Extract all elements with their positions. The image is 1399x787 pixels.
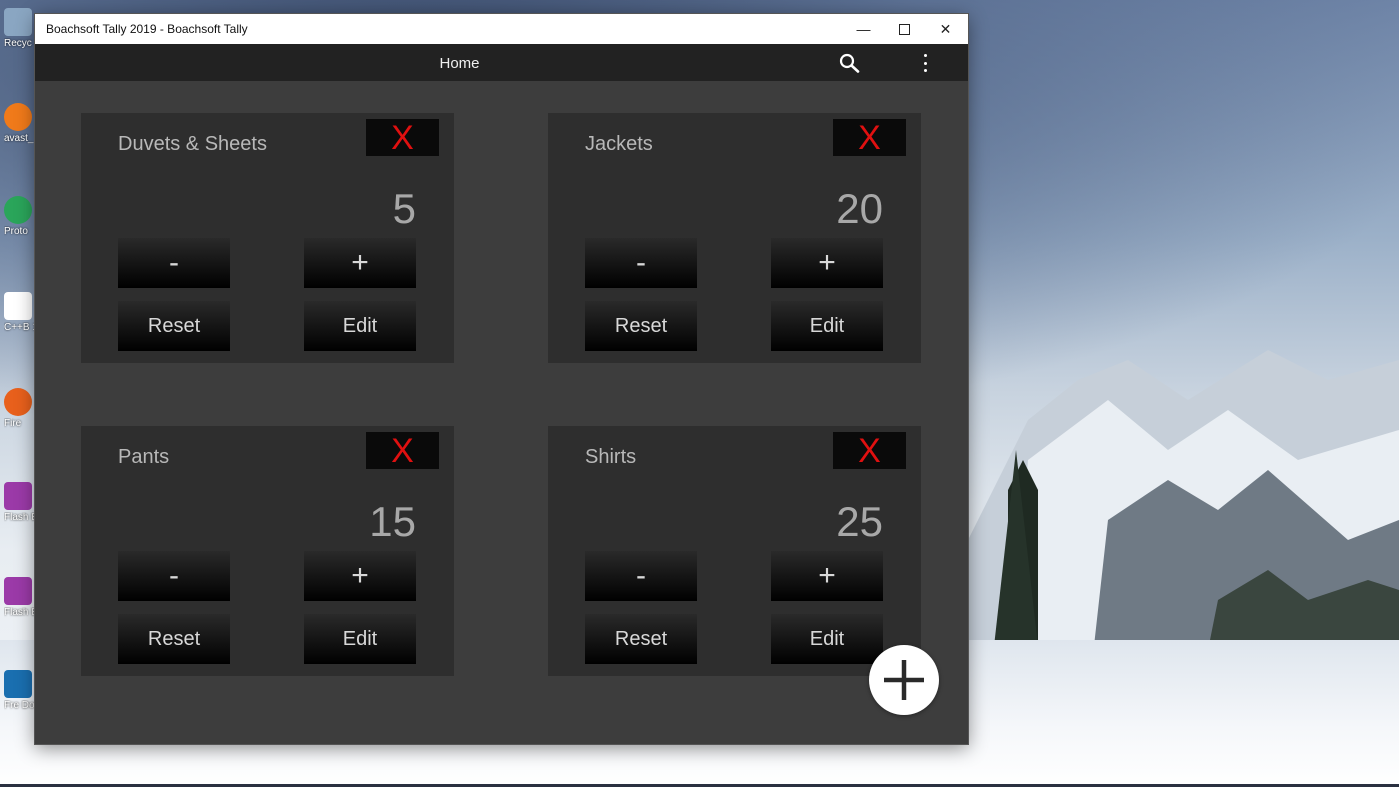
- counter-name: Shirts: [585, 446, 637, 468]
- desktop-icon[interactable]: C++B 10: [4, 292, 34, 333]
- page-title: Home: [439, 55, 480, 72]
- avast-icon: [4, 103, 32, 131]
- reset-button[interactable]: Reset: [585, 614, 697, 664]
- search-icon[interactable]: [839, 53, 861, 73]
- close-icon: ✕: [939, 20, 952, 37]
- counter-grid: Duvets & Sheets X 5 - + Reset Edit Jacke…: [35, 81, 968, 744]
- counter-card-shirts: Shirts X 25 - + Reset Edit: [548, 426, 921, 676]
- more-vertical-icon[interactable]: [921, 54, 929, 72]
- window-title: Boachsoft Tally 2019 - Boachsoft Tally: [46, 22, 248, 36]
- counter-card-jackets: Jackets X 20 - + Reset Edit: [548, 113, 921, 363]
- edit-button[interactable]: Edit: [304, 301, 416, 351]
- reset-button[interactable]: Reset: [585, 301, 697, 351]
- plus-icon: [884, 660, 924, 700]
- decrement-button[interactable]: -: [118, 238, 230, 288]
- desktop-icon[interactable]: Flash Expr: [4, 482, 34, 523]
- counter-name: Jackets: [585, 133, 653, 155]
- close-button[interactable]: ✕: [925, 14, 966, 44]
- counter-name: Duvets & Sheets: [118, 133, 267, 155]
- edit-button[interactable]: Edit: [304, 614, 416, 664]
- flash-express-icon: [4, 577, 32, 605]
- title-bar[interactable]: Boachsoft Tally 2019 - Boachsoft Tally —…: [35, 14, 968, 44]
- desktop-icon[interactable]: Flash Expr: [4, 577, 34, 618]
- counter-name: Pants: [118, 446, 170, 468]
- desktop-icon[interactable]: Recyc: [4, 8, 34, 49]
- decrement-button[interactable]: -: [585, 238, 697, 288]
- flash-express-icon: [4, 482, 32, 510]
- increment-button[interactable]: +: [304, 238, 416, 288]
- counter-value: 20: [836, 185, 883, 232]
- delete-counter-button[interactable]: X: [833, 432, 906, 469]
- firefox-icon: [4, 388, 32, 416]
- desktop-icon-strip: Recyc avast_ Proto C++B 10 Fire Flash Ex…: [0, 0, 36, 787]
- counter-card-pants: Pants X 15 - + Reset Edit: [81, 426, 454, 676]
- increment-button[interactable]: +: [771, 238, 883, 288]
- counter-value: 5: [392, 185, 416, 232]
- desktop-icon[interactable]: Fre Down: [4, 670, 34, 711]
- download-icon: [4, 670, 32, 698]
- minimize-button[interactable]: —: [843, 14, 884, 44]
- edit-button[interactable]: Edit: [771, 301, 883, 351]
- reset-button[interactable]: Reset: [118, 301, 230, 351]
- app-bar: Home: [35, 44, 968, 81]
- desktop-icon[interactable]: avast_: [4, 103, 34, 144]
- increment-button[interactable]: +: [771, 551, 883, 601]
- app-window: Boachsoft Tally 2019 - Boachsoft Tally —…: [35, 14, 968, 744]
- desktop-icon[interactable]: Fire: [4, 388, 34, 429]
- increment-button[interactable]: +: [304, 551, 416, 601]
- dot: [923, 54, 927, 57]
- delete-counter-button[interactable]: X: [366, 432, 439, 469]
- delete-counter-button[interactable]: X: [833, 119, 906, 156]
- edit-button[interactable]: Edit: [771, 614, 883, 664]
- dot: [923, 69, 927, 72]
- delete-counter-button[interactable]: X: [366, 119, 439, 156]
- maximize-icon: [899, 23, 910, 35]
- file-icon: [4, 292, 32, 320]
- proto-icon: [4, 196, 32, 224]
- maximize-button[interactable]: [884, 14, 925, 44]
- reset-button[interactable]: Reset: [118, 614, 230, 664]
- minimize-icon: —: [856, 21, 871, 37]
- counter-card-duvets-sheets: Duvets & Sheets X 5 - + Reset Edit: [81, 113, 454, 363]
- add-counter-button[interactable]: [869, 645, 939, 715]
- desktop-icon[interactable]: Proto: [4, 196, 34, 237]
- decrement-button[interactable]: -: [585, 551, 697, 601]
- counter-value: 25: [836, 498, 883, 545]
- recycle-bin-icon: [4, 8, 32, 36]
- counter-value: 15: [369, 498, 416, 545]
- decrement-button[interactable]: -: [118, 551, 230, 601]
- dot: [923, 61, 927, 65]
